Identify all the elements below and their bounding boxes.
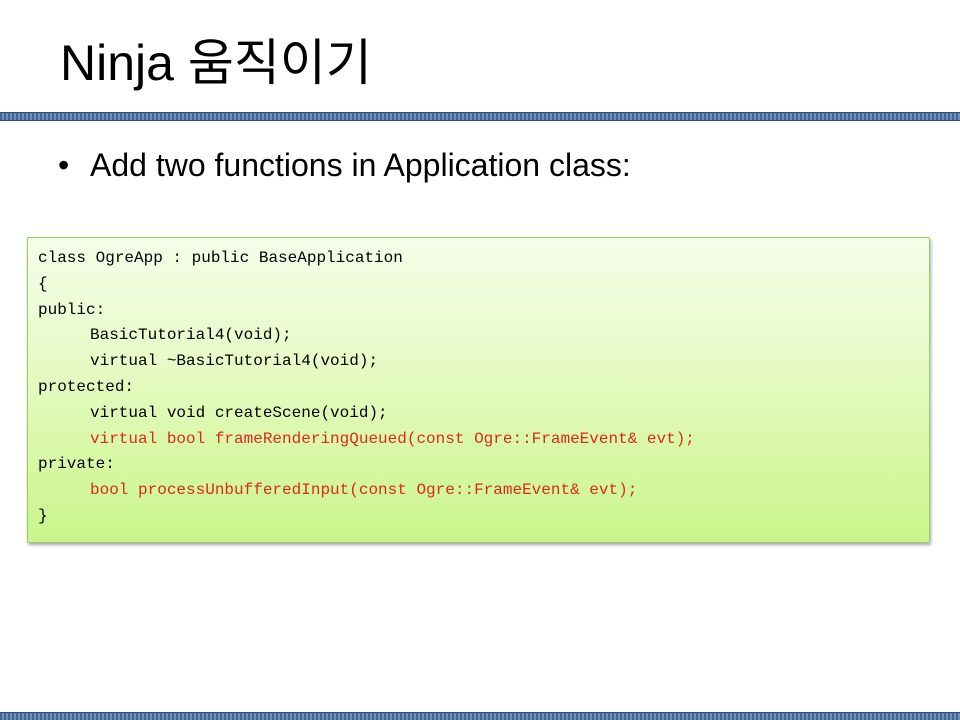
code-line: BasicTutorial4(void);	[90, 326, 292, 345]
code-line: }	[38, 506, 48, 525]
code-line: virtual bool frameRenderingQueued(const …	[90, 429, 695, 448]
code-line: {	[38, 274, 48, 293]
slide-title: Ninja 움직이기	[60, 35, 372, 91]
code-line: bool processUnbufferedInput(const Ogre::…	[90, 481, 638, 500]
title-divider	[0, 112, 960, 121]
bullet-text: Add two functions in Application class:	[90, 147, 631, 183]
bullet-icon: •	[58, 147, 70, 183]
code-line: virtual ~BasicTutorial4(void);	[90, 352, 379, 371]
footer-divider	[0, 712, 960, 720]
code-line: private:	[38, 455, 115, 474]
code-block: class OgreApp : public BaseApplication {…	[27, 237, 930, 543]
code-line: protected:	[38, 377, 135, 396]
bullet-item: • Add two functions in Application class…	[58, 140, 631, 190]
code-line: virtual void createScene(void);	[90, 403, 388, 422]
code-line: public:	[38, 300, 106, 319]
code-line: class OgreApp : public BaseApplication	[38, 249, 403, 267]
